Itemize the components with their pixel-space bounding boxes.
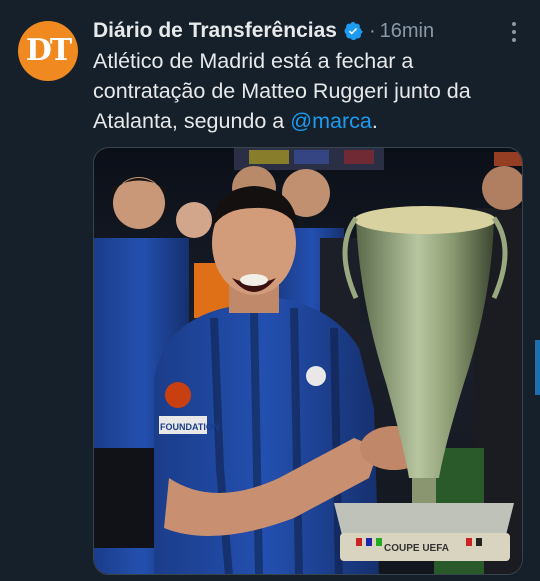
timestamp[interactable]: 16min [380, 20, 434, 43]
sleeve-patch-label: FOUNDATION [160, 422, 219, 432]
tweet-header: Diário de Transferências · 16min [93, 16, 520, 46]
avatar-initials: DT [25, 32, 72, 68]
trophy-inscription: COUPE UEFA [384, 543, 449, 554]
tweet-text: Atlético de Madrid está a fechar a contr… [93, 46, 523, 136]
more-options-icon[interactable] [504, 20, 524, 44]
verified-badge-icon [343, 21, 363, 41]
mention-link[interactable]: @marca [290, 109, 372, 133]
scrollbar[interactable] [535, 340, 540, 395]
tweet-photo[interactable]: COUPE UEFA FOUNDATION [93, 147, 523, 575]
tweet-text-end: . [371, 109, 378, 133]
photo-scene: COUPE UEFA FOUNDATION [94, 148, 522, 574]
tweet-text-body: Atlético de Madrid está a fechar a contr… [93, 49, 471, 133]
header-separator: · [368, 19, 376, 42]
avatar[interactable]: DT [18, 21, 78, 81]
author-name[interactable]: Diário de Transferências [93, 19, 337, 43]
